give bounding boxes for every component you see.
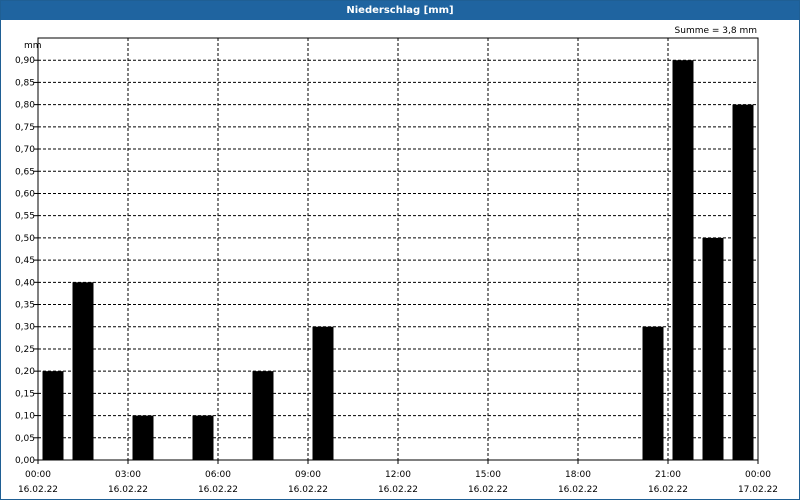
y-tick-label: 0,05 [15, 434, 35, 444]
y-ticks: 0,00 0,05 0,10 0,15 0,20 0,25 0,30 0,35 0,40 0,45… [15, 56, 38, 466]
x-tick-date: 16.02.22 [18, 485, 58, 495]
x-tick-time: 03:00 [115, 470, 141, 480]
y-tick-label: 0,15 [15, 389, 35, 399]
x-tick-time: 06:00 [205, 470, 231, 480]
x-tick-time: 09:00 [295, 470, 321, 480]
x-tick-date: 16.02.22 [648, 485, 688, 495]
x-tick-date: 16.02.22 [198, 485, 238, 495]
x-tick-date: 16.02.22 [288, 485, 328, 495]
bar-2300 [732, 104, 754, 460]
y-tick-label: 0,65 [15, 167, 35, 177]
x-ticks: 00:00 16.02.22 03:00 16.02.22 06:00 16.02.22 0… [18, 460, 778, 495]
x-tick-date: 16.02.22 [468, 485, 508, 495]
precipitation-chart: mm 0,000,050,100,150,200,250,300,350,400… [15, 37, 778, 495]
y-tick-label: 0,85 [15, 78, 35, 88]
x-tick-time: 21:00 [655, 470, 681, 480]
y-tick-label: 0,80 [15, 101, 35, 111]
y-tick-label: 0,40 [15, 278, 35, 288]
x-tick-date: 16.02.22 [558, 485, 598, 495]
x-tick-date: 16.02.22 [378, 485, 418, 495]
bar-0700 [252, 371, 274, 460]
y-axis-label: mm [24, 41, 42, 51]
x-tick-date: 17.02.22 [738, 485, 778, 495]
y-tick-label: 0,45 [15, 256, 35, 266]
bar-2100 [672, 60, 694, 461]
x-tick-time: 12:00 [385, 470, 411, 480]
bar-0000 [42, 371, 64, 460]
x-tick-time: 18:00 [565, 470, 591, 480]
x-tick-time: 00:00 [25, 470, 51, 480]
y-tick-label: 0,10 [15, 412, 35, 422]
y-tick-label: 0,90 [15, 56, 35, 66]
bar-0300 [132, 415, 154, 460]
bar-0900 [312, 326, 334, 460]
bar-0500 [192, 415, 214, 460]
y-tick-label: 0,30 [15, 323, 35, 333]
y-tick-label: 0,75 [15, 123, 35, 133]
x-tick-time: 15:00 [475, 470, 501, 480]
y-tick-label: 0,35 [15, 301, 35, 311]
y-tick-label: 0,55 [15, 212, 35, 222]
y-tick-label: 0,00 [15, 456, 35, 466]
bar-2000 [642, 326, 664, 460]
x-tick-date: 16.02.22 [108, 485, 148, 495]
y-tick-label: 0,70 [15, 145, 35, 155]
y-tick-label: 0,50 [15, 234, 35, 244]
y-tick-label: 0,20 [15, 367, 35, 377]
bar-0100 [72, 282, 94, 460]
y-tick-label: 0,60 [15, 189, 35, 199]
bar-2200 [702, 237, 724, 460]
y-tick-label: 0,25 [15, 345, 35, 355]
x-tick-time: 00:00 [745, 470, 771, 480]
